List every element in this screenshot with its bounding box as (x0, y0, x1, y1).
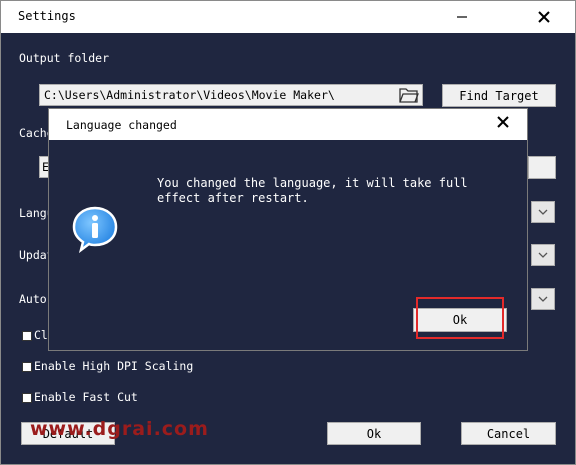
auto-label: Auto (19, 292, 47, 306)
dialog-close-button[interactable] (497, 116, 509, 131)
checkbox-clear[interactable] (22, 331, 32, 341)
minimize-button[interactable] (439, 1, 485, 33)
info-icon (71, 205, 119, 256)
dialog-title: Language changed (66, 118, 177, 132)
watermark: www.dgrai.com (30, 418, 209, 440)
output-path-field[interactable]: C:\Users\Administrator\Videos\Movie Make… (39, 84, 423, 106)
find-target-button[interactable]: Find Target (442, 84, 556, 107)
title-bar: Settings (1, 1, 575, 33)
auto-dropdown[interactable] (531, 288, 555, 310)
folder-icon (399, 88, 419, 103)
ok-button[interactable]: Ok (327, 422, 421, 445)
checkbox-fast-cut[interactable] (22, 393, 32, 403)
output-path-value: C:\Users\Administrator\Videos\Movie Make… (44, 88, 335, 102)
checkbox-high-dpi[interactable] (22, 362, 32, 372)
cache-browse-button[interactable] (528, 156, 556, 179)
update-dropdown[interactable] (531, 244, 555, 266)
chevron-down-icon (538, 252, 548, 258)
language-dropdown[interactable] (531, 201, 555, 223)
chevron-down-icon (538, 296, 548, 302)
cancel-label: Cancel (486, 426, 531, 441)
high-dpi-label: Enable High DPI Scaling (34, 359, 194, 373)
browse-folder-button[interactable] (399, 86, 419, 107)
close-button[interactable] (521, 1, 567, 33)
checkbox-clear-label: Cl (34, 328, 48, 342)
chevron-down-icon (538, 209, 548, 215)
find-target-label: Find Target (459, 88, 539, 103)
dialog-title-bar: Language changed (49, 109, 527, 140)
minimize-icon (457, 16, 467, 18)
ok-highlight-box (416, 297, 504, 339)
close-icon (497, 116, 509, 128)
ok-label: Ok (366, 426, 382, 441)
fast-cut-label: Enable Fast Cut (34, 390, 138, 404)
output-folder-label: Output folder (19, 51, 110, 65)
window-title: Settings (18, 9, 76, 23)
cancel-button[interactable]: Cancel (461, 422, 556, 445)
dialog-message: You changed the language, it will take f… (157, 176, 468, 205)
close-icon (538, 11, 550, 23)
